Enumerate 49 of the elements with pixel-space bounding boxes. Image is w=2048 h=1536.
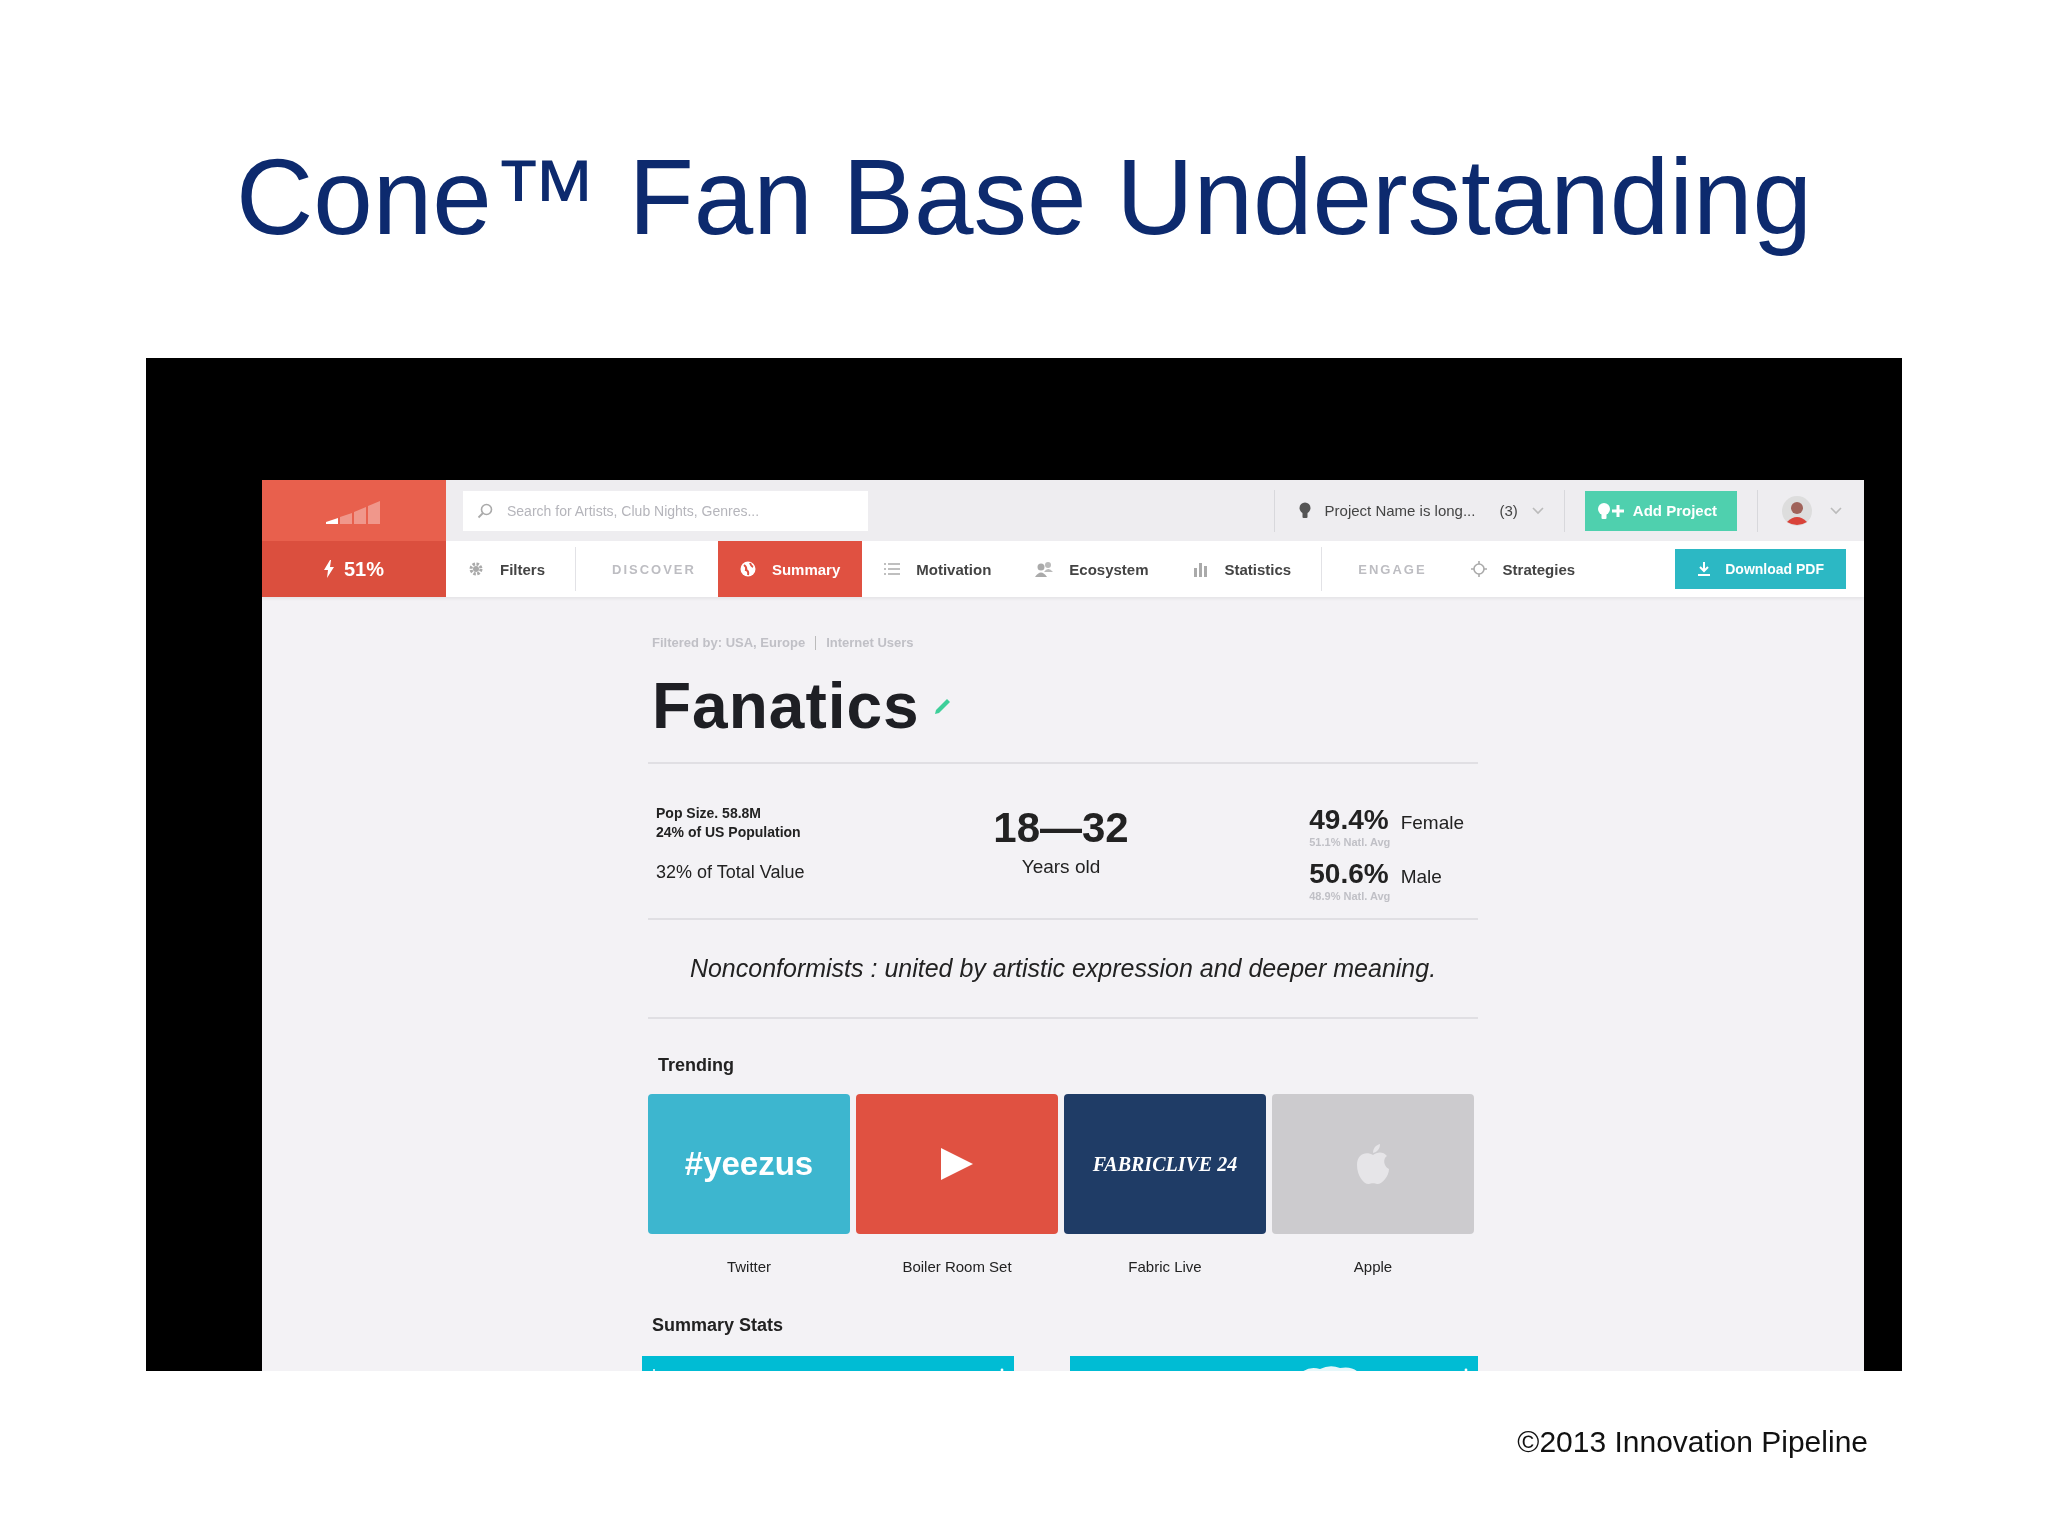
project-dropdown[interactable]: Project Name is long... (3) — [1273, 489, 1565, 532]
section-heading: DISCOVER — [575, 547, 718, 591]
stat-text: 32% of Total Value — [656, 862, 806, 883]
trending-tile[interactable] — [1272, 1094, 1474, 1234]
copyright-text: ©2013 Innovation Pipeline — [1517, 1425, 1868, 1459]
tile-caption: Fabric Live — [1128, 1258, 1202, 1275]
tagline: Nonconformists : united by artistic expression and deeper meaning. — [648, 920, 1478, 1019]
pencil-icon[interactable] — [933, 697, 952, 715]
chevron-down-icon[interactable] — [1830, 506, 1842, 515]
search-field[interactable]: Search for Artists, Club Nights, Genres... — [463, 490, 868, 531]
trending-tile[interactable]: FABRICLIVE 24 — [1064, 1094, 1266, 1234]
trending-tile[interactable] — [856, 1094, 1058, 1234]
section-heading: ENGAGE — [1321, 547, 1449, 591]
chevron-down-icon — [1531, 506, 1544, 515]
gender-share: 49.4% — [1309, 804, 1389, 836]
lightning-icon — [324, 560, 334, 578]
stat-text: Pop Size. 58.8M — [656, 804, 763, 823]
avatar-icon[interactable] — [1782, 495, 1812, 526]
gender-label: Male — [1400, 866, 1442, 888]
section-heading: Trending — [657, 1054, 735, 1077]
nav-tab[interactable]: Summary — [717, 541, 863, 597]
people-icon — [1035, 561, 1054, 577]
globe-icon — [739, 561, 756, 577]
nav-tab[interactable]: Statistics — [1170, 541, 1314, 597]
age-range: 18—32 — [992, 804, 1130, 852]
nav-tab[interactable]: Ecosystem — [1013, 541, 1171, 597]
nav-tab[interactable]: Motivation — [862, 541, 1014, 597]
segment-title: Fanatics — [652, 669, 920, 744]
gender-label: Female — [1400, 812, 1464, 834]
tile-caption: Apple — [1353, 1258, 1393, 1275]
crosshair-icon — [1470, 561, 1487, 577]
search-icon — [477, 502, 493, 519]
play-icon — [939, 1146, 975, 1182]
list-icon — [884, 562, 901, 576]
age-label: Years old — [1020, 856, 1102, 878]
apple-icon — [1355, 1143, 1391, 1185]
gear-icon — [468, 561, 484, 577]
nav-tab[interactable]: Filters — [446, 541, 567, 597]
lightbulb-plus-icon — [1596, 501, 1627, 520]
slide-title: Cone™ Fan Base Understanding — [234, 136, 1814, 259]
section-heading: Summary Stats — [651, 1314, 785, 1337]
tile-caption: Boiler Room Set — [902, 1258, 1012, 1275]
tile-caption: Twitter — [726, 1258, 772, 1275]
stat-text: 24% of US Population — [656, 823, 802, 842]
lightbulb-icon — [1298, 502, 1311, 519]
score-value: 51% — [344, 557, 384, 581]
gender-share: 50.6% — [1309, 858, 1389, 890]
download-icon — [1697, 562, 1712, 576]
nav-tab[interactable]: Strategies — [1448, 541, 1598, 597]
